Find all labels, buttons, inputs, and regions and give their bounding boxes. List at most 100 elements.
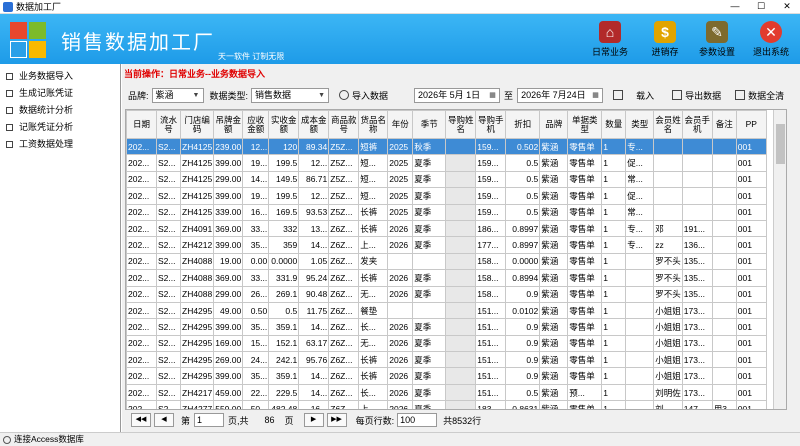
date-to-picker[interactable]: 2026年 7月24日 ▦ <box>517 87 604 103</box>
table-cell: 用3... <box>711 400 737 409</box>
table-cell: 夏季 <box>412 383 447 402</box>
table-cell <box>445 252 477 271</box>
last-page-button[interactable]: ▶▶ <box>326 413 347 427</box>
table-cell: 399.00 <box>213 187 244 205</box>
table-row[interactable]: 202... S2... ZH4088 299.00 26... 269.1 90.48 Z6… <box>126 285 767 303</box>
table-cell: S2... <box>156 351 181 369</box>
table-row[interactable]: 202... S2... ZH4088 369.00 33... 331.9 95.24 Z6… <box>126 269 767 287</box>
table-cell: 2026 <box>387 383 414 402</box>
column-header[interactable]: 数量 <box>601 110 627 139</box>
column-header[interactable]: PP <box>735 110 767 139</box>
close-button[interactable]: ✕ <box>774 0 800 14</box>
column-header[interactable]: 货品名称 <box>358 110 389 139</box>
table-row[interactable]: 202... S2... ZH4295 269.00 24... 242.1 95.76 Z6… <box>126 351 767 369</box>
table-cell: 促... <box>625 154 655 172</box>
prev-page-button[interactable]: ◀ <box>154 413 174 427</box>
scroll-thumb[interactable] <box>776 124 785 164</box>
column-header[interactable]: 会员手机 <box>681 110 713 139</box>
column-header[interactable]: 日期 <box>126 110 157 139</box>
column-header[interactable]: 门店编码 <box>179 110 215 139</box>
table-cell: 001 <box>735 154 767 172</box>
sidebar-item-voucher-analysis[interactable]: 记账凭证分析 <box>0 119 120 136</box>
column-header[interactable]: 实收金额 <box>268 110 300 139</box>
export-label: 导出数据 <box>685 90 722 101</box>
column-header[interactable]: 折扣 <box>505 110 541 139</box>
table-cell: Z6Z... <box>328 269 360 287</box>
table-cell <box>711 334 737 353</box>
toolbar-exit-button[interactable]: ✕ 退出系统 <box>741 19 800 63</box>
sidebar-item-label: 生成记账凭证 <box>19 88 74 98</box>
type-select[interactable]: 销售数据 ▼ <box>251 87 330 103</box>
table-cell: 1 <box>601 154 627 172</box>
table-row[interactable]: 202... S2... ZH4091 369.00 33... 332 13... Z6Z.… <box>126 219 767 238</box>
sidebar-item-statistics[interactable]: 数据统计分析 <box>0 102 120 119</box>
minimize-button[interactable]: — <box>722 0 748 14</box>
table-row[interactable]: 202... S2... ZH4295 49.00 0.50 0.5 11.75 Z6Z...… <box>126 301 767 320</box>
table-row[interactable]: 202... S2... ZH4125 299.00 14... 149.5 86.71 Z5… <box>126 170 767 189</box>
sidebar-item-voucher[interactable]: 生成记账凭证 <box>0 85 120 102</box>
rows-per-page-input[interactable]: 100 <box>397 413 438 427</box>
next-page-button[interactable]: ▶ <box>303 413 324 427</box>
table-row[interactable]: 202... S2... ZH4295 399.00 35... 359.1 14... Z6… <box>126 367 767 385</box>
toolbar-settings-button[interactable]: ✎ 参数设置 <box>687 19 747 63</box>
table-cell: 159... <box>475 170 507 189</box>
table-row[interactable]: 202... S2... ZH4212 399.00 35... 359 14... Z6Z.… <box>126 236 767 254</box>
column-header[interactable]: 成本金额 <box>298 110 330 139</box>
table-cell: 零售单 <box>567 285 603 303</box>
table-cell: 专... <box>625 219 655 238</box>
table-cell: 001 <box>735 236 767 254</box>
table-row[interactable]: 202... S2... ZH4125 239.00 12... 120 89.34 Z5Z.… <box>126 137 767 156</box>
table-cell: 1 <box>601 137 627 156</box>
table-row[interactable]: 202... S2... ZH4217 459.00 22... 229.5 14... Z6… <box>126 383 767 402</box>
table-row[interactable]: 202... S2... ZH4125 399.00 19... 199.5 12... Z5… <box>126 154 767 172</box>
column-header[interactable]: 品牌 <box>539 110 569 139</box>
table-cell <box>653 137 683 156</box>
table-row[interactable]: 202... S2... ZH4295 399.00 35... 359.1 14... Z6… <box>126 318 767 336</box>
table-row[interactable]: 202... S2... ZH4125 399.00 19... 199.5 12... Z5… <box>126 187 767 205</box>
first-page-button[interactable]: ◀◀ <box>131 413 151 427</box>
column-header[interactable]: 会员姓名 <box>653 110 683 139</box>
table-cell: S2... <box>156 383 181 402</box>
toolbar-daily-business-button[interactable]: ⌂ 日常业务 <box>580 19 640 63</box>
data-grid[interactable]: 日期 流水号 门店编码 吊牌金额 应收金额 实收金额 成本金额 商品款号 货品名称 年份 季节 导购姓… <box>125 109 787 410</box>
table-row[interactable]: 202... S2... ZH4277 559.00 50... 482.48 16... Z… <box>126 400 767 409</box>
import-button[interactable]: 导入数据 <box>339 88 388 103</box>
table-cell: 19... <box>242 154 270 172</box>
maximize-button[interactable]: ☐ <box>748 0 774 14</box>
sidebar-item-payroll[interactable]: 工资数据处理 <box>0 136 120 153</box>
table-cell: 202... <box>126 252 157 271</box>
column-header[interactable]: 商品款号 <box>328 110 360 139</box>
column-header[interactable]: 导购姓名 <box>445 110 477 139</box>
column-header[interactable]: 年份 <box>387 110 414 139</box>
table-cell <box>625 351 655 369</box>
clear-button[interactable]: 数据全清 <box>735 88 784 103</box>
column-header[interactable]: 备注 <box>711 110 737 139</box>
load-button[interactable]: 载入 <box>613 88 654 103</box>
column-header[interactable]: 季节 <box>412 110 447 139</box>
table-cell: 紫涵 <box>539 236 569 254</box>
column-header[interactable]: 流水号 <box>156 110 181 139</box>
page-input[interactable]: 1 <box>194 413 225 427</box>
column-header[interactable]: 吊牌金额 <box>213 110 244 139</box>
toolbar-inventory-button[interactable]: $ 进销存 <box>635 19 695 63</box>
sidebar-item-import[interactable]: 业务数据导入 <box>0 68 120 85</box>
table-row[interactable]: 202... S2... ZH4125 339.00 16... 169.5 93.53 Z5… <box>126 203 767 221</box>
table-row[interactable]: 202... S2... ZH4088 19.00 0.00 0.0000 1.05 Z6Z.… <box>126 252 767 271</box>
column-header[interactable]: 单据类型 <box>567 110 603 139</box>
export-button[interactable]: 导出数据 <box>672 88 721 103</box>
table-cell: S2... <box>156 400 181 409</box>
column-header[interactable]: 导购手机 <box>475 110 507 139</box>
table-row[interactable]: 202... S2... ZH4295 169.00 15... 152.1 63.17 Z6… <box>126 334 767 353</box>
table-cell <box>681 154 713 172</box>
table-cell <box>412 301 447 320</box>
column-header[interactable]: 应收金额 <box>242 110 270 139</box>
table-cell <box>445 187 477 205</box>
brand-select[interactable]: 紫涵 ▼ <box>151 87 204 103</box>
vertical-scrollbar[interactable] <box>773 110 786 409</box>
table-cell: 短裤 <box>358 137 389 156</box>
table-cell: 359.1 <box>268 367 300 385</box>
column-header[interactable]: 类型 <box>625 110 655 139</box>
table-cell: 159... <box>475 203 507 221</box>
date-from-picker[interactable]: 2026年 5月 1日 ▦ <box>414 87 501 103</box>
table-cell: 2025 <box>387 170 414 189</box>
